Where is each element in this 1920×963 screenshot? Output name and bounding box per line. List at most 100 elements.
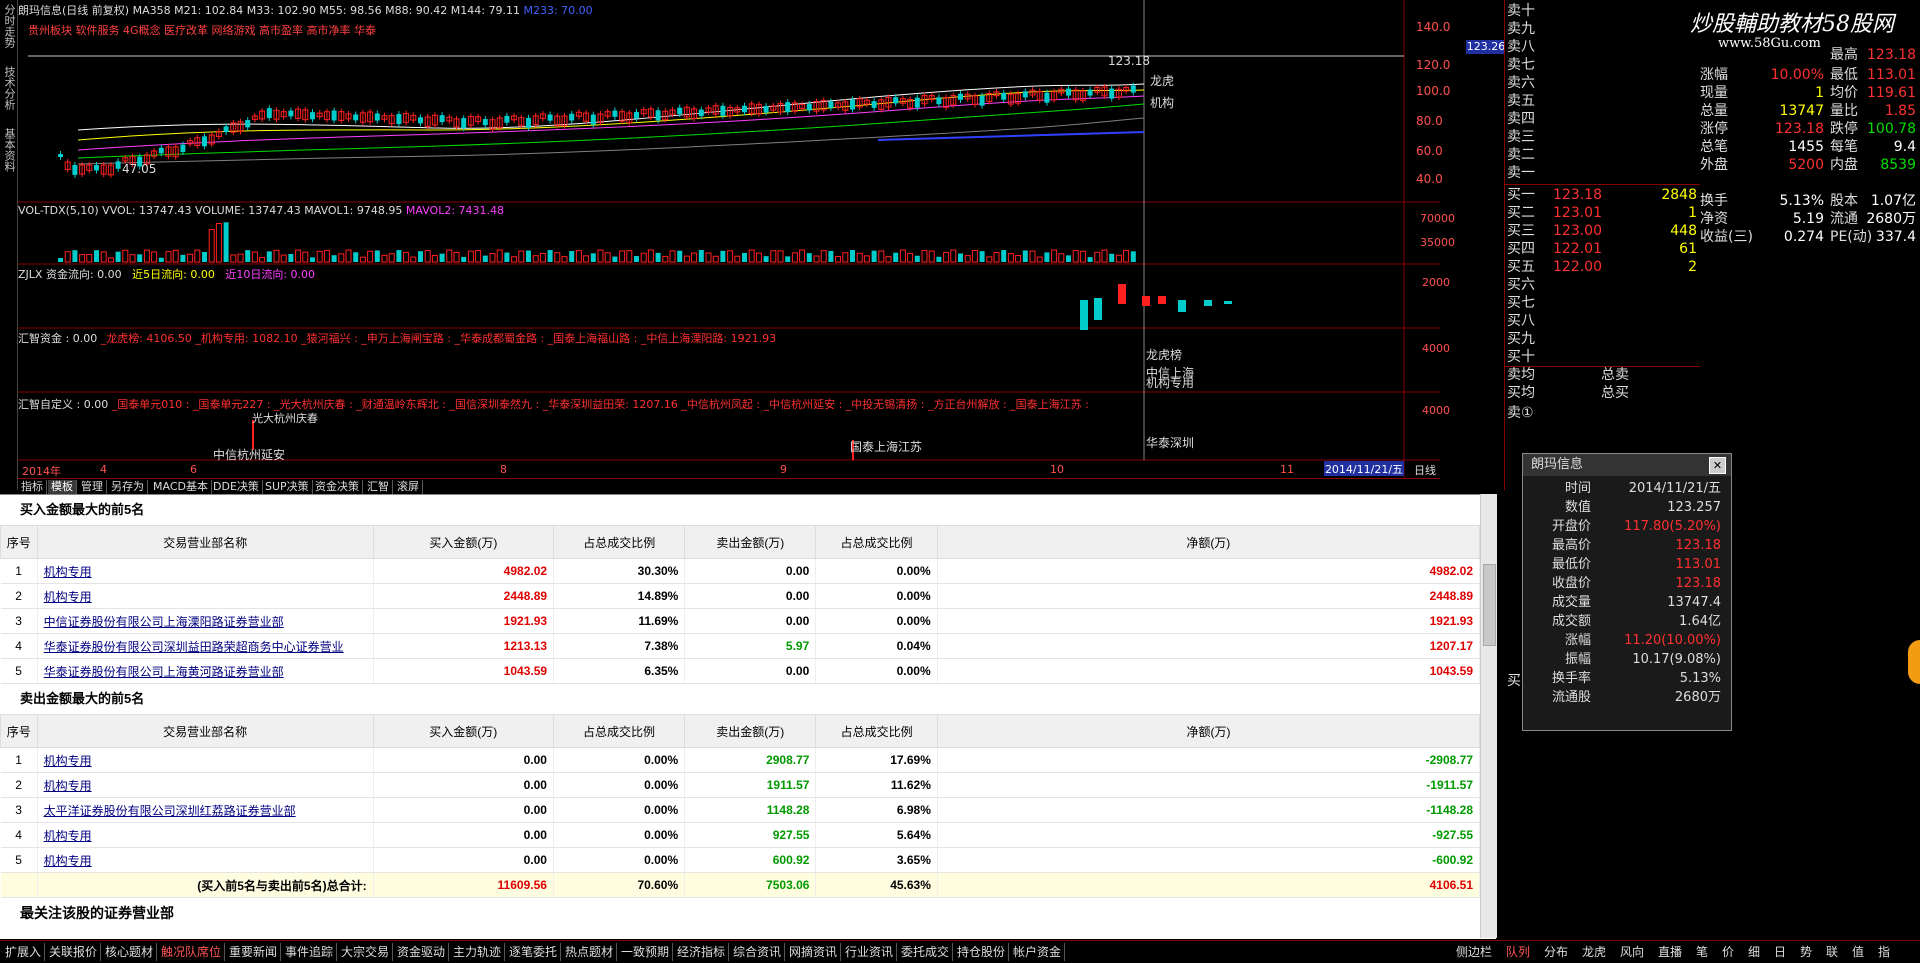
bottom-tab[interactable]: 综合资讯	[730, 943, 786, 961]
table-row: 1 机构专用 4982.02 30.30% 0.00 0.00% 4982.02	[0, 558, 1481, 584]
bottom-right-tab[interactable]: 日	[1774, 943, 1786, 961]
tab-dde[interactable]: DDE决策	[210, 480, 263, 494]
float-handle[interactable]	[1908, 640, 1920, 684]
info-value: 2680万	[1674, 690, 1721, 705]
bottom-right-tab[interactable]: 龙虎	[1582, 943, 1606, 961]
bottom-tab[interactable]: 重要新闻	[226, 943, 282, 961]
info-key: 时间	[1564, 481, 1591, 496]
info-popup[interactable]: 朗玛信息 ✕ 时间 2014/11/21/五 数值 123.257 开盘价 117.80(…	[1522, 453, 1732, 731]
table-scrollbar[interactable]	[1480, 494, 1497, 938]
bottom-right-tab[interactable]: 队列	[1506, 943, 1530, 961]
close-icon[interactable]: ✕	[1709, 457, 1726, 474]
bottom-tab[interactable]: 大宗交易	[338, 943, 394, 961]
rank-cell: 3	[0, 797, 38, 823]
tab-jiben[interactable]: 基本资料	[1, 128, 16, 172]
bottom-right-tab[interactable]: 笔	[1696, 943, 1708, 961]
tab-scroll[interactable]: 滚屏	[394, 480, 423, 494]
kline-chart-area[interactable]: 朗玛信息(日线 前复权) MA358 M21: 102.84 M33: 102.…	[18, 0, 1506, 478]
stat-label: 总笔	[1700, 139, 1728, 155]
info-key: 成交额	[1551, 614, 1591, 629]
table-row: 4 机构专用 0.00 0.00% 927.55 5.64% -927.55	[0, 822, 1481, 848]
bottom-right-tab[interactable]: 联	[1826, 943, 1838, 961]
stat-label: 量比	[1830, 103, 1858, 119]
branch-cell: 机构专用	[37, 822, 374, 848]
column-header: 占总成交比例	[815, 525, 938, 559]
bottom-tab[interactable]: 帐户资金	[1010, 943, 1066, 961]
bottom-tab[interactable]: 事件追踪	[282, 943, 338, 961]
stat-value: 9.4	[1893, 139, 1916, 155]
tab-fund[interactable]: 资金决策	[312, 480, 363, 494]
scroll-thumb[interactable]	[1483, 564, 1496, 646]
bottom-tab[interactable]: 热点题材	[562, 943, 618, 961]
tab-jishu[interactable]: 技术分析	[1, 66, 16, 110]
bottom-right-tab[interactable]: 风向	[1620, 943, 1644, 961]
buy-amount-cell: 0.00	[373, 822, 554, 848]
sell-amount-cell: 600.92	[684, 847, 817, 873]
net-amount-cell: -2908.77	[937, 747, 1481, 773]
bottom-tab[interactable]: 关联报价	[46, 943, 102, 961]
bottom-right-tab[interactable]: 细	[1748, 943, 1760, 961]
price-tick: 40.0	[1416, 172, 1443, 186]
bottom-tab[interactable]: 核心题材	[102, 943, 158, 961]
bottom-right-tab[interactable]: 分布	[1544, 943, 1568, 961]
tab-huizhi[interactable]: 汇智	[364, 480, 393, 494]
period-label[interactable]: 日线	[1414, 462, 1436, 478]
tab-saveas[interactable]: 另存为	[108, 480, 148, 494]
branch-link[interactable]: 机构专用	[44, 854, 92, 868]
column-header: 占总成交比例	[815, 714, 938, 748]
bottom-right-tab[interactable]: 指	[1878, 943, 1890, 961]
rank-cell: 5	[0, 658, 38, 684]
bottom-right-tab[interactable]: 直播	[1658, 943, 1682, 961]
tab-template[interactable]: 模板	[48, 480, 77, 494]
branch-link[interactable]: 机构专用	[44, 829, 92, 843]
bottom-tab[interactable]: 持仓股份	[954, 943, 1010, 961]
buy-level-label: 买五	[1507, 259, 1535, 275]
bottom-tab[interactable]: 委托成交	[898, 943, 954, 961]
net-amount-cell: 2448.89	[937, 583, 1481, 609]
bottom-tab[interactable]: 主力轨迹	[450, 943, 506, 961]
branch-link[interactable]: 机构专用	[44, 590, 92, 604]
sell-pct-cell: 0.00%	[815, 558, 938, 584]
tab-fenshi[interactable]: 分时走势	[1, 4, 16, 48]
bottom-right-tab[interactable]: 价	[1722, 943, 1734, 961]
branch-link[interactable]: 机构专用	[44, 754, 92, 768]
bottom-tab[interactable]: 触况队席位	[158, 943, 226, 961]
buy-pct-cell: 0.00%	[553, 772, 686, 798]
stat-value: 119.61	[1867, 85, 1916, 101]
bottom-tab[interactable]: 逐笔委托	[506, 943, 562, 961]
info-popup-title: 朗玛信息	[1531, 457, 1584, 472]
bottom-right-tab[interactable]: 侧边栏	[1456, 943, 1492, 961]
price-tick: 120.0	[1416, 58, 1451, 72]
buy-level-volume	[1645, 312, 1697, 330]
branch-link[interactable]: 机构专用	[44, 565, 92, 579]
sell-amount-cell: 5.97	[684, 633, 817, 659]
stat-value: 337.4	[1875, 229, 1916, 245]
bottom-tab[interactable]: 资金驱动	[394, 943, 450, 961]
info-key: 数值	[1564, 500, 1591, 515]
info-popup-header[interactable]: 朗玛信息 ✕	[1523, 454, 1731, 476]
time-tick: 11	[1280, 463, 1294, 476]
bottom-tab[interactable]: 网摘资讯	[786, 943, 842, 961]
tab-macd[interactable]: MACD基本	[150, 480, 212, 494]
bottom-tab[interactable]: 一致预期	[618, 943, 674, 961]
stat-label: 跌停	[1830, 121, 1858, 137]
total-label: 总卖	[1601, 367, 1629, 383]
branch-link[interactable]: 华泰证券股份有限公司上海黄河路证券营业部	[44, 665, 284, 679]
date-box: 2014/11/21/五	[1324, 461, 1404, 476]
branch-link[interactable]: 中信证券股份有限公司上海溧阳路证券营业部	[44, 615, 284, 629]
branch-link[interactable]: 太平洋证券股份有限公司深圳红荔路证券营业部	[44, 804, 296, 818]
tab-sup[interactable]: SUP决策	[262, 480, 313, 494]
buy-table: 序号 交易营业部名称 买入金额(万) 占总成交比例 卖出金额(万) 占总成交比例 净额(万)…	[0, 525, 1481, 684]
sell-amount-cell: 1911.57	[684, 772, 817, 798]
tab-indicator[interactable]: 指标	[18, 480, 47, 494]
bottom-tab[interactable]: 扩展入	[2, 943, 46, 961]
tab-manage[interactable]: 管理	[78, 480, 107, 494]
bottom-tab[interactable]: 经济指标	[674, 943, 730, 961]
branch-cell: 华泰证券股份有限公司上海黄河路证券营业部	[37, 658, 374, 684]
bottom-right-tab[interactable]: 势	[1800, 943, 1812, 961]
branch-link[interactable]: 华泰证券股份有限公司深圳益田路荣超商务中心证券营业	[44, 640, 344, 654]
branch-link[interactable]: 机构专用	[44, 779, 92, 793]
huizhi-fund-pane: 汇智资金 : 0.00 _龙虎榜: 4106.50 _机构专用: 1082.10…	[18, 332, 777, 345]
bottom-right-tab[interactable]: 值	[1852, 943, 1864, 961]
bottom-tab[interactable]: 行业资讯	[842, 943, 898, 961]
